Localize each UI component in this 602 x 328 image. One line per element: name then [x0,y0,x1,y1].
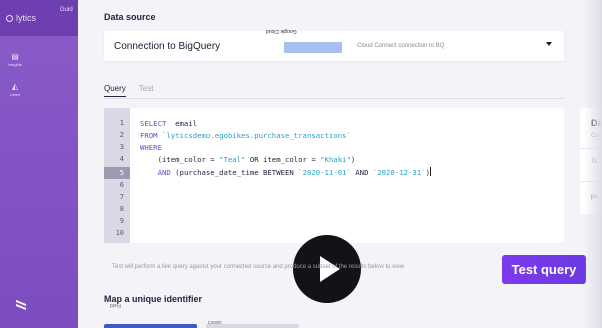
app-sidebar: lytics Guid ▤ Insights ◭ Learn [0,0,78,328]
field-label: Field [110,302,121,308]
code-line: WHERE [140,143,162,152]
line-number: 1 [119,119,124,127]
test-hint: Test will perform a live query against y… [112,264,405,270]
sql-text: OR item_color = [245,155,321,164]
lytics-footer-logo-icon [16,300,26,310]
sql-keyword: AND [157,168,171,177]
sidebar-item-label: Learn [9,92,21,97]
code-line: SELECT email [140,119,197,128]
sql-string: "Teal" [219,155,246,164]
sql-text: AND [350,168,373,177]
sidebar-header: lytics Guid [0,0,78,36]
sql-text: (purchase_date_time BETWEEN [170,168,299,177]
sql-string: "Khaki" [320,155,351,164]
sql-keyword: FROM [140,131,158,140]
query-tabs: Query Test [104,84,153,97]
sql-string: `lyticsdemo.egobikes.purchase_transactio… [161,131,351,140]
test-query-button[interactable]: Test query [502,255,586,284]
sidebar-item-insights[interactable]: ▤ Insights [6,52,24,67]
line-number: 3 [119,143,124,151]
data-source-select[interactable]: Connection to BigQuery Google Cloud Clou… [104,28,564,61]
tab-test[interactable]: Test [139,84,154,97]
line-number: 7 [119,193,124,201]
sidebar-item-learn[interactable]: ◭ Learn [6,82,24,97]
sql-text: email [166,119,198,128]
sql-editor[interactable]: 1 2 3 4 5 6 7 8 9 10 SELECT email FROM `… [104,108,564,303]
provider-label: Google Cloud [266,28,297,34]
code-line: FROM `lyticsdemo.egobikes.purchase_trans… [140,131,351,140]
sidebar-item-label: Insights [8,62,22,67]
identifier-field-select[interactable] [104,324,197,328]
text-cursor [429,167,431,176]
data-source-title: Data source [104,12,156,22]
sql-text: ) [350,155,356,164]
chart-icon: ◭ [11,82,19,91]
tabs-divider [104,98,564,99]
right-edge-fade [584,0,602,328]
connection-description: Cloud Connect connection to BQ [357,43,445,49]
line-number: 8 [119,205,124,213]
sql-keyword: WHERE [140,143,162,152]
sql-keyword: SELECT [140,119,167,128]
identifier-type-select[interactable] [206,324,299,328]
sql-string: `2020-11-01` [298,168,351,177]
selected-connection: Connection to BigQuery [114,41,221,52]
line-number: 2 [119,131,124,139]
chevron-down-icon[interactable] [546,42,552,46]
tab-query[interactable]: Query [104,84,126,97]
sql-string: `2020-12-31` [372,168,426,177]
brand-name: lytics [16,13,36,23]
line-number: 4 [119,155,124,163]
guide-link[interactable]: Guid [60,7,73,13]
lytics-logo-icon [6,14,13,22]
code-line: AND (purchase_date_time BETWEEN `2020-11… [140,167,431,177]
line-number: 6 [119,181,124,189]
provider-chip [284,42,342,53]
main-panel: Data source Connection to BigQuery Googl… [78,0,602,328]
document-icon: ▤ [11,52,19,61]
line-number: 10 [115,229,124,237]
sql-text: (item_color = [140,155,220,164]
line-number-active: 5 [104,167,130,179]
line-number: 9 [119,217,124,225]
code-line: (item_color = "Teal" OR item_color = "Kh… [140,155,356,164]
